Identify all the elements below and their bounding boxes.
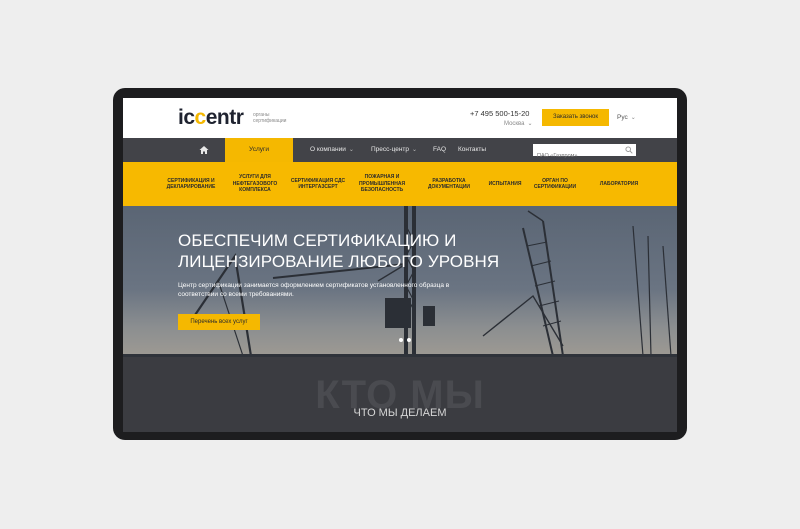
language-selector[interactable]: Рус ⌄ xyxy=(617,114,636,121)
nav-item-label: О компании xyxy=(310,146,346,153)
nav-item-label: Контакты xyxy=(458,146,487,153)
city-label: Москва xyxy=(504,121,525,127)
logo-tagline: органы сертификации xyxy=(253,112,287,124)
nav-item-about[interactable]: О компании ⌄ xyxy=(310,138,354,162)
services-nav-item[interactable]: Услуги для нефтегазового комплекса xyxy=(227,162,283,206)
services-nav-item[interactable]: Пожарная и промышленная безопасность xyxy=(350,162,414,206)
nav-item-faq[interactable]: FAQ xyxy=(433,138,446,162)
language-label: Рус xyxy=(617,114,628,121)
main-nav: Услуги О компании ⌄ Пресс-центр ⌄ FAQ Конт… xyxy=(123,138,677,162)
search-icon[interactable] xyxy=(625,146,633,154)
services-list-button[interactable]: Перечень всех услуг xyxy=(178,314,260,330)
section-title: ЧТО МЫ ДЕЛАЕМ xyxy=(353,407,447,419)
slider-dot-2[interactable] xyxy=(407,338,411,342)
request-call-button[interactable]: Заказать звонок xyxy=(542,109,609,126)
services-nav-item[interactable]: Разработка документации xyxy=(421,162,477,206)
nav-item-contacts[interactable]: Контакты xyxy=(458,138,486,162)
chevron-down-icon: ⌄ xyxy=(412,147,418,153)
hero-banner: ОБЕСПЕЧИМ СЕРТИФИКАЦИЮ И ЛИЦЕНЗИРОВАНИЕ … xyxy=(123,206,677,357)
nav-item-label: FAQ xyxy=(433,146,447,153)
search-input[interactable] xyxy=(533,150,621,162)
services-nav-item[interactable]: Испытания xyxy=(483,162,527,206)
home-icon[interactable] xyxy=(199,145,209,155)
chevron-down-icon: ⌄ xyxy=(630,115,636,121)
nav-item-label: Услуги xyxy=(249,146,269,153)
logo-accent: c xyxy=(194,106,207,129)
nav-item-services[interactable]: Услуги xyxy=(225,138,293,162)
city-selector[interactable]: Москва ⌄ xyxy=(504,120,533,127)
logo-suffix: entr xyxy=(205,106,244,129)
services-nav: Сертификация и декларирование Услуги для… xyxy=(123,162,677,206)
services-nav-item[interactable]: Сертификация и декларирование xyxy=(159,162,223,206)
services-nav-item[interactable]: Сертификация СДС Интергазсерт xyxy=(290,162,346,206)
nav-item-press[interactable]: Пресс-центр ⌄ xyxy=(371,138,417,162)
site-header: iccentr органы сертификации +7 495 500-1… xyxy=(123,98,677,138)
logo[interactable]: iccentr xyxy=(178,106,244,129)
phone-number[interactable]: +7 495 500-15-20 xyxy=(470,109,529,118)
browser-viewport: iccentr органы сертификации +7 495 500-1… xyxy=(123,98,677,432)
hero-title: ОБЕСПЕЧИМ СЕРТИФИКАЦИЮ И ЛИЦЕНЗИРОВАНИЕ … xyxy=(178,231,500,271)
hero-description: Центр сертификации занимается оформление… xyxy=(178,282,450,298)
services-nav-item[interactable]: Орган по сертификации xyxy=(531,162,579,206)
services-nav-item[interactable]: Лаборатория xyxy=(593,162,645,206)
nav-item-label: Пресс-центр xyxy=(371,146,410,153)
slider-dot-1[interactable] xyxy=(399,338,403,342)
chevron-down-icon: ⌄ xyxy=(348,147,354,153)
search-box xyxy=(533,144,636,162)
logo-prefix: ic xyxy=(178,106,195,129)
what-we-do-section: КТО МЫ ЧТО МЫ ДЕЛАЕМ xyxy=(123,357,677,432)
chevron-down-icon: ⌄ xyxy=(527,121,533,127)
